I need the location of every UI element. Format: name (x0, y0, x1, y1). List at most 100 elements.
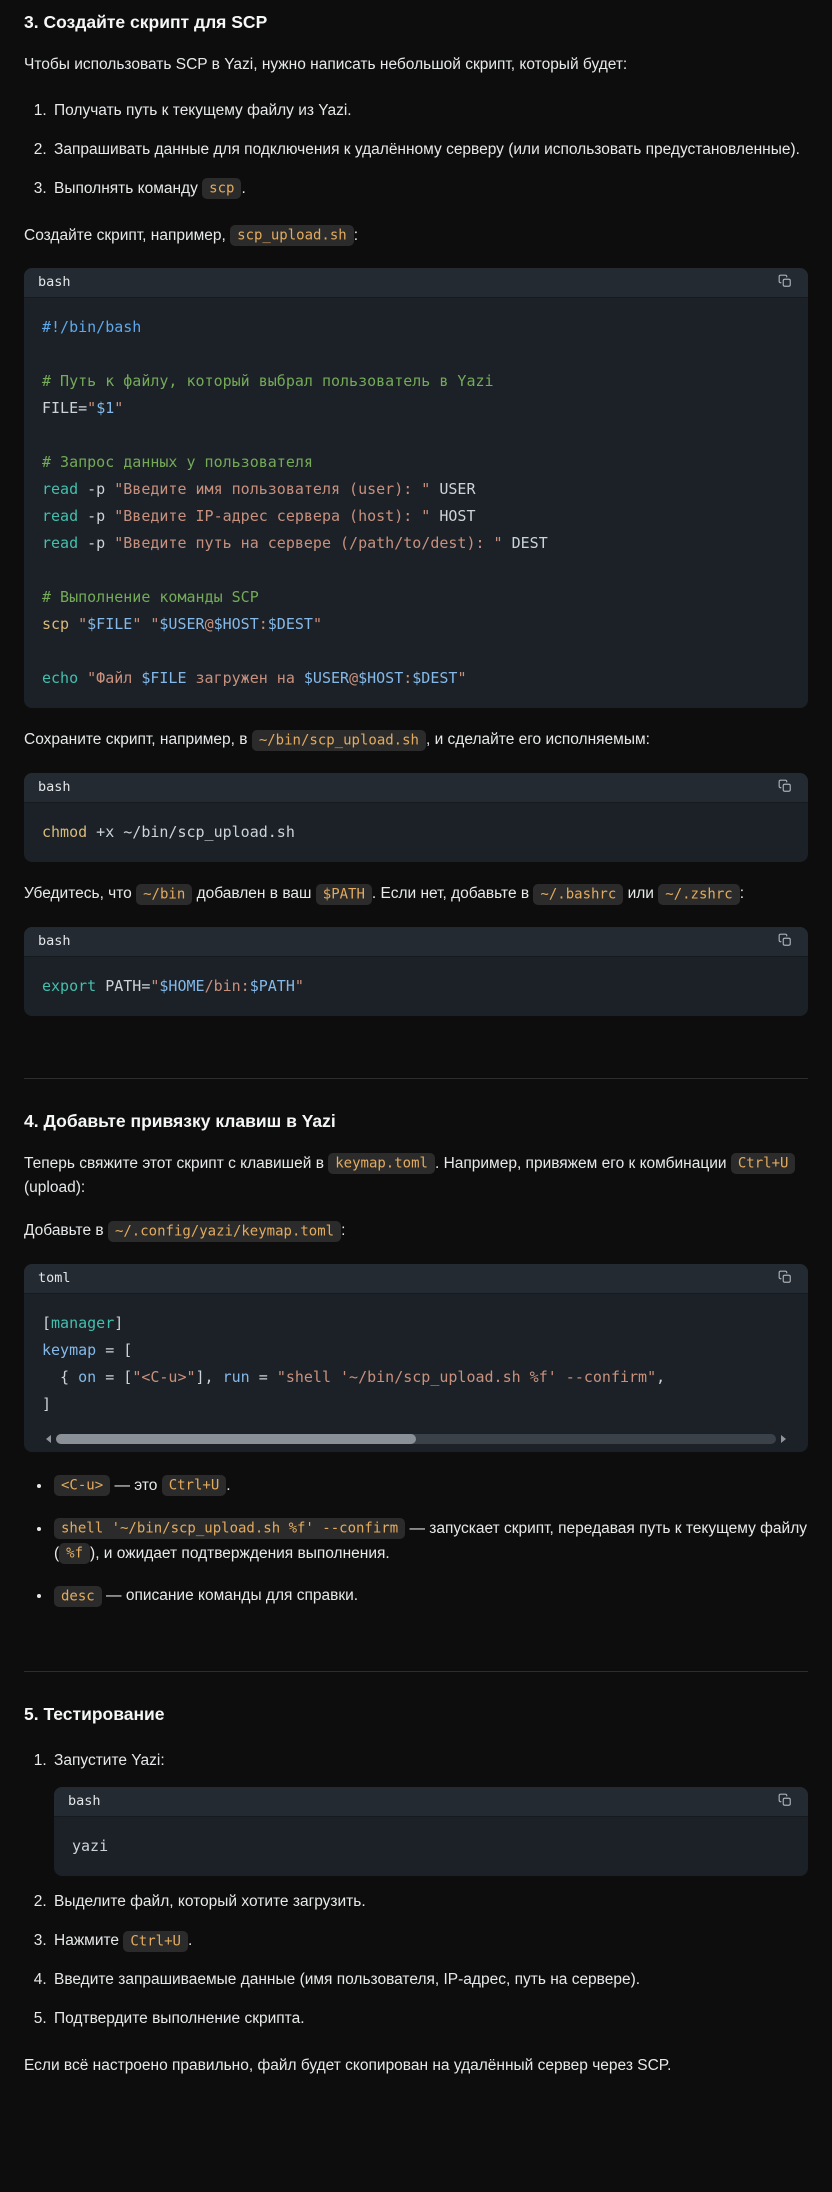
inline-code: ~/.config/yazi/keymap.toml (108, 1221, 341, 1242)
code-line: keymap = [ (42, 1337, 790, 1364)
code-line: { on = ["<C-u>"], run = "shell '~/bin/sc… (42, 1364, 790, 1391)
code-block-header: bash (24, 773, 808, 803)
code-line: [manager] (42, 1310, 790, 1337)
code-language-label: bash (38, 777, 71, 799)
horizontal-scrollbar[interactable] (42, 1434, 790, 1444)
inline-code: $PATH (316, 884, 372, 905)
inline-code: ~/bin (136, 884, 192, 905)
copy-icon (778, 1270, 792, 1287)
scroll-right-arrow-icon[interactable] (781, 1435, 790, 1443)
code-block-header: toml (24, 1264, 808, 1294)
inline-code: ~/.bashrc (533, 884, 623, 905)
path-check-paragraph: Убедитесь, что ~/bin добавлен в ваш $PAT… (24, 882, 808, 907)
code-block-body: export PATH="$HOME/bin:$PATH" (24, 957, 808, 1016)
step-text: Нажмите Ctrl+U. (54, 1932, 192, 1949)
copy-icon (778, 274, 792, 291)
inline-code: Ctrl+U (731, 1153, 796, 1174)
code-block-body: #!/bin/bash # Путь к файлу, который выбр… (24, 298, 808, 708)
list-item: desc — описание команды для справки. (52, 1584, 808, 1609)
step-text: Запустите Yazi: (54, 1752, 165, 1769)
section4-heading: 4. Добавьте привязку клавиш в Yazi (24, 1109, 808, 1134)
code-line: # Путь к файлу, который выбрал пользоват… (42, 368, 790, 395)
scroll-left-arrow-icon[interactable] (42, 1435, 51, 1443)
code-block-body: [manager]keymap = [ { on = ["<C-u>"], ru… (24, 1294, 808, 1422)
list-item: <C-u> — это Ctrl+U. (52, 1474, 808, 1499)
list-item: shell '~/bin/scp_upload.sh %f' --confirm… (52, 1517, 808, 1567)
list-item: Подтвердите выполнение скрипта. (51, 2007, 808, 2032)
list-item: Нажмите Ctrl+U. (51, 1929, 808, 1954)
list-item: Запустите Yazi: bash yazi (51, 1749, 808, 1877)
code-language-label: bash (68, 1791, 101, 1813)
step-text: Подтвердите выполнение скрипта. (54, 2010, 305, 2027)
scrollbar-thumb[interactable] (56, 1434, 416, 1444)
copy-code-button[interactable] (776, 777, 794, 798)
code-line (42, 341, 790, 368)
code-block-yazi: bash yazi (54, 1787, 808, 1876)
section5-heading: 5. Тестирование (24, 1702, 808, 1727)
code-block-script: bash #!/bin/bash # Путь к файлу, который… (24, 268, 808, 708)
code-block-chmod: bash chmod +x ~/bin/scp_upload.sh (24, 773, 808, 862)
inline-code: scp (202, 178, 241, 199)
copy-code-button[interactable] (776, 272, 794, 293)
section3-heading: 3. Создайте скрипт для SCP (24, 10, 808, 35)
code-line: export PATH="$HOME/bin:$PATH" (42, 973, 790, 1000)
section-divider (24, 1078, 808, 1079)
copy-icon (778, 779, 792, 796)
inline-code: %f (59, 1543, 90, 1564)
code-block-header: bash (54, 1787, 808, 1817)
code-block-export-path: bash export PATH="$HOME/bin:$PATH" (24, 927, 808, 1016)
list-item: Выполнять команду scp. (51, 177, 808, 202)
code-block-keymap-toml: toml [manager]keymap = [ { on = ["<C-u>"… (24, 1264, 808, 1452)
section5-outro: Если всё настроено правильно, файл будет… (24, 2054, 808, 2079)
list-item: Выделите файл, который хотите загрузить. (51, 1890, 808, 1915)
copy-code-button[interactable] (776, 1791, 794, 1812)
code-line: read -p "Введите IP-адрес сервера (host)… (42, 503, 790, 530)
code-line: echo "Файл $FILE загружен на $USER@$HOST… (42, 665, 790, 692)
list-item: Запрашивать данные для подключения к уда… (51, 138, 808, 163)
section-divider (24, 1671, 808, 1672)
code-line: #!/bin/bash (42, 314, 790, 341)
inline-code: shell '~/bin/scp_upload.sh %f' --confirm (54, 1518, 405, 1539)
code-line: scp "$FILE" "$USER@$HOST:$DEST" (42, 611, 790, 638)
code-line: yazi (72, 1833, 790, 1860)
keymap-add-paragraph: Добавьте в ~/.config/yazi/keymap.toml: (24, 1219, 808, 1244)
code-line: chmod +x ~/bin/scp_upload.sh (42, 819, 790, 846)
code-language-label: toml (38, 1268, 71, 1290)
copy-code-button[interactable] (776, 1268, 794, 1289)
code-block-body: chmod +x ~/bin/scp_upload.sh (24, 803, 808, 862)
list-item: Введите запрашиваемые данные (имя пользо… (51, 1968, 808, 1993)
code-block-header: bash (24, 927, 808, 957)
code-line: read -p "Введите путь на сервере (/path/… (42, 530, 790, 557)
code-line (42, 557, 790, 584)
code-line: # Запрос данных у пользователя (42, 449, 790, 476)
code-language-label: bash (38, 272, 71, 294)
copy-code-button[interactable] (776, 931, 794, 952)
inline-code: Ctrl+U (123, 1931, 188, 1952)
create-script-paragraph: Создайте скрипт, например, scp_upload.sh… (24, 224, 808, 249)
code-line (42, 638, 790, 665)
section5-steps-list: Запустите Yazi: bash yazi Выделите файл,… (24, 1749, 808, 2032)
assistant-message: 3. Создайте скрипт для SCP Чтобы использ… (24, 10, 808, 2078)
section3-steps-list: Получать путь к текущему файлу из Yazi. З… (24, 99, 808, 201)
step-text: Выделите файл, который хотите загрузить. (54, 1893, 366, 1910)
inline-code: scp_upload.sh (230, 225, 354, 246)
code-line: # Выполнение команды SCP (42, 584, 790, 611)
code-block-body: yazi (54, 1817, 808, 1876)
copy-icon (778, 933, 792, 950)
inline-code: keymap.toml (328, 1153, 435, 1174)
copy-icon (778, 1793, 792, 1810)
inline-code: Ctrl+U (162, 1475, 227, 1496)
keymap-notes-list: <C-u> — это Ctrl+U. shell '~/bin/scp_uplo… (24, 1474, 808, 1609)
save-script-paragraph: Сохраните скрипт, например, в ~/bin/scp_… (24, 728, 808, 753)
inline-code: ~/.zshrc (658, 884, 739, 905)
code-block-header: bash (24, 268, 808, 298)
list-item: Получать путь к текущему файлу из Yazi. (51, 99, 808, 124)
inline-code: desc (54, 1586, 102, 1607)
code-line: FILE="$1" (42, 395, 790, 422)
section3-intro: Чтобы использовать SCP в Yazi, нужно нап… (24, 53, 808, 78)
code-line (42, 422, 790, 449)
section4-intro: Теперь свяжите этот скрипт с клавишей в … (24, 1152, 808, 1202)
code-line: read -p "Введите имя пользователя (user)… (42, 476, 790, 503)
step-text: Введите запрашиваемые данные (имя пользо… (54, 1971, 640, 1988)
scrollbar-track[interactable] (56, 1434, 776, 1444)
